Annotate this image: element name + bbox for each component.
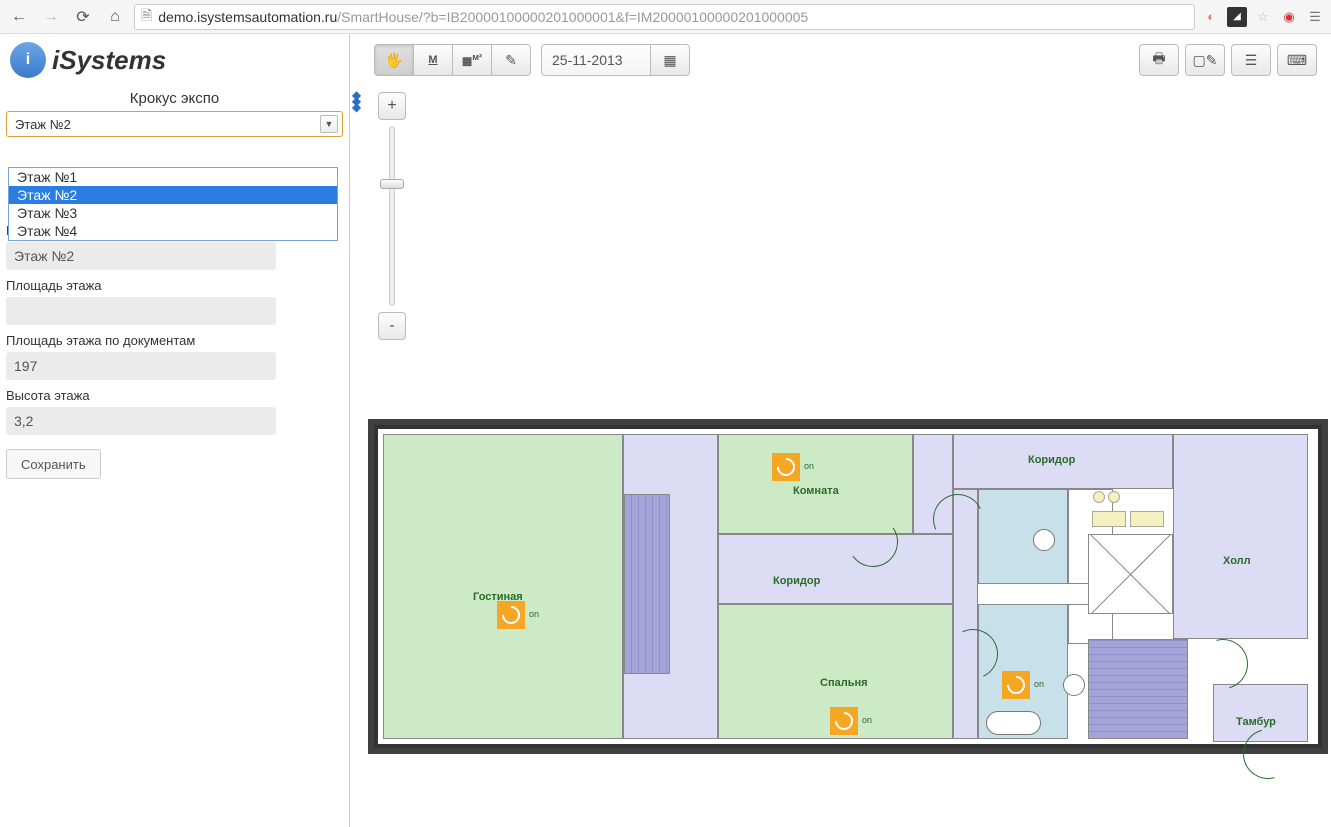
light-icon-living[interactable] — [497, 601, 525, 629]
zoom-thumb[interactable] — [380, 179, 404, 189]
print-icon: 🖶 — [1152, 48, 1165, 72]
splitter[interactable]: ◆◆◆ — [350, 34, 360, 827]
edit-tool-button[interactable]: ✎ — [491, 44, 531, 76]
light-icon-komnata[interactable] — [772, 453, 800, 481]
splitter-handle-icon: ◆◆◆ — [352, 92, 358, 110]
measure-tool-button[interactable]: M — [413, 44, 453, 76]
floor-dropdown[interactable]: Этаж №1 Этаж №2 Этаж №3 Этаж №4 — [8, 167, 338, 241]
zoom-in-button[interactable]: + — [378, 92, 406, 120]
layout-button[interactable]: ⌨ — [1277, 44, 1317, 76]
light-bedroom-status: on — [862, 715, 872, 725]
page-icon: 🗎 — [141, 5, 152, 29]
forward-button[interactable]: → — [38, 4, 64, 30]
fixture-sink-2 — [1063, 674, 1085, 696]
layout-icon: ⌨ — [1287, 52, 1307, 69]
room-hall[interactable] — [1173, 434, 1308, 639]
room-tambur-label: Тамбур — [1236, 716, 1276, 728]
fixture-dot-2 — [1108, 491, 1120, 503]
measure-icon: M — [428, 54, 437, 66]
light-bath-status: on — [1034, 679, 1044, 689]
calendar-icon: ▦ — [663, 52, 676, 69]
doc-area-input[interactable] — [6, 352, 276, 380]
floor-option-3[interactable]: Этаж №3 — [9, 204, 337, 222]
floor-area-input[interactable] — [6, 297, 276, 325]
hand-icon: 🖐 — [385, 52, 402, 69]
floor-select[interactable]: Этаж №2 ▼ — [6, 111, 343, 137]
floor-name-input[interactable] — [6, 242, 276, 270]
date-input[interactable]: 25-11-2013 — [541, 44, 651, 76]
save-button[interactable]: Сохранить — [6, 449, 101, 479]
list-icon: ☰ — [1245, 52, 1258, 69]
list-button[interactable]: ☰ — [1231, 44, 1271, 76]
url-text: demo.isystemsautomation.ru/SmartHouse/?b… — [158, 9, 808, 25]
calendar-button[interactable]: ▦ — [650, 44, 690, 76]
floor-option-2[interactable]: Этаж №2 — [9, 186, 337, 204]
toolbar: 🖐 M ▦м² ✎ 25-11-2013 ▦ 🖶 ▢✎ ☰ ⌨ — [374, 44, 1317, 76]
fixture-dot-1 — [1093, 491, 1105, 503]
room-bedroom-label: Спальня — [820, 677, 868, 689]
elevator-icon — [1088, 534, 1173, 614]
ext-icon-1[interactable]: ◐ — [1201, 7, 1221, 27]
floorplan-canvas[interactable]: Гостиная Комната Коридор Спальня Коридор — [374, 425, 1322, 748]
zoom-control: + - — [378, 92, 406, 340]
floor-area-label: Площадь этажа — [6, 270, 343, 297]
area-icon: ▦м² — [462, 52, 482, 68]
floor-option-1[interactable]: Этаж №1 — [9, 168, 337, 186]
ext-icon-3[interactable]: ◉ — [1279, 7, 1299, 27]
url-bar[interactable]: 🗎 demo.isystemsautomation.ru/SmartHouse/… — [134, 4, 1195, 30]
fixture-block-1 — [1092, 511, 1126, 527]
menu-icon[interactable]: ☰ — [1305, 7, 1325, 27]
floor-option-4[interactable]: Этаж №4 — [9, 222, 337, 240]
room-hall-label: Холл — [1223, 555, 1251, 567]
corridor-label: Коридор — [773, 575, 820, 587]
room-living[interactable] — [383, 434, 623, 739]
light-icon-bedroom[interactable] — [830, 707, 858, 735]
back-button[interactable]: ← — [6, 4, 32, 30]
home-button[interactable]: ⌂ — [102, 4, 128, 30]
ext-icon-2[interactable]: ◢ — [1227, 7, 1247, 27]
doc-area-label: Площадь этажа по документам — [6, 325, 343, 352]
reload-button[interactable]: ⟳ — [70, 4, 96, 30]
date-group: 25-11-2013 ▦ — [541, 44, 690, 76]
fixture-bath — [986, 711, 1041, 735]
chevron-down-icon: ▼ — [320, 115, 338, 133]
hand-tool-button[interactable]: 🖐 — [374, 44, 414, 76]
pencil-icon: ✎ — [505, 52, 517, 69]
area-tool-button[interactable]: ▦м² — [452, 44, 492, 76]
floor-height-input[interactable] — [6, 407, 276, 435]
room-komnata-label: Комната — [793, 485, 839, 497]
light-komnata-status: on — [804, 461, 814, 471]
floorplan[interactable]: Гостиная Комната Коридор Спальня Коридор — [368, 419, 1328, 754]
corridor2-label: Коридор — [1028, 454, 1075, 466]
bookmark-icon[interactable]: ☆ — [1253, 7, 1273, 27]
browser-toolbar: ← → ⟳ ⌂ 🗎 demo.isystemsautomation.ru/Sma… — [0, 0, 1331, 34]
floor-height-label: Высота этажа — [6, 380, 343, 407]
building-title: Крокус экспо — [6, 86, 343, 111]
note-icon: ▢✎ — [1193, 52, 1218, 69]
fixture-block-2 — [1130, 511, 1164, 527]
stairs-1 — [624, 494, 670, 674]
print-button[interactable]: 🖶 — [1139, 44, 1179, 76]
note-button[interactable]: ▢✎ — [1185, 44, 1225, 76]
main-area: 🖐 M ▦м² ✎ 25-11-2013 ▦ 🖶 ▢✎ ☰ ⌨ + - — [360, 34, 1331, 827]
logo-text: iSystems — [52, 45, 166, 76]
light-living-status: on — [529, 609, 539, 619]
room-corridor-center[interactable] — [718, 534, 953, 604]
tool-group-modes: 🖐 M ▦м² ✎ — [374, 44, 531, 76]
zoom-slider[interactable] — [389, 126, 395, 306]
sidebar: i iSystems Крокус экспо Этаж №2 ▼ Назван… — [0, 34, 350, 827]
fixture-sink-1 — [1033, 529, 1055, 551]
stairs-2 — [1088, 639, 1188, 739]
logo: i iSystems — [6, 40, 343, 86]
logo-icon: i — [10, 42, 46, 78]
light-icon-bath[interactable] — [1002, 671, 1030, 699]
toolbar-right: 🖶 ▢✎ ☰ ⌨ — [1139, 44, 1317, 76]
zoom-out-button[interactable]: - — [378, 312, 406, 340]
extension-icons: ◐ ◢ ☆ ◉ ☰ — [1201, 7, 1325, 27]
floor-select-value: Этаж №2 — [15, 117, 71, 132]
